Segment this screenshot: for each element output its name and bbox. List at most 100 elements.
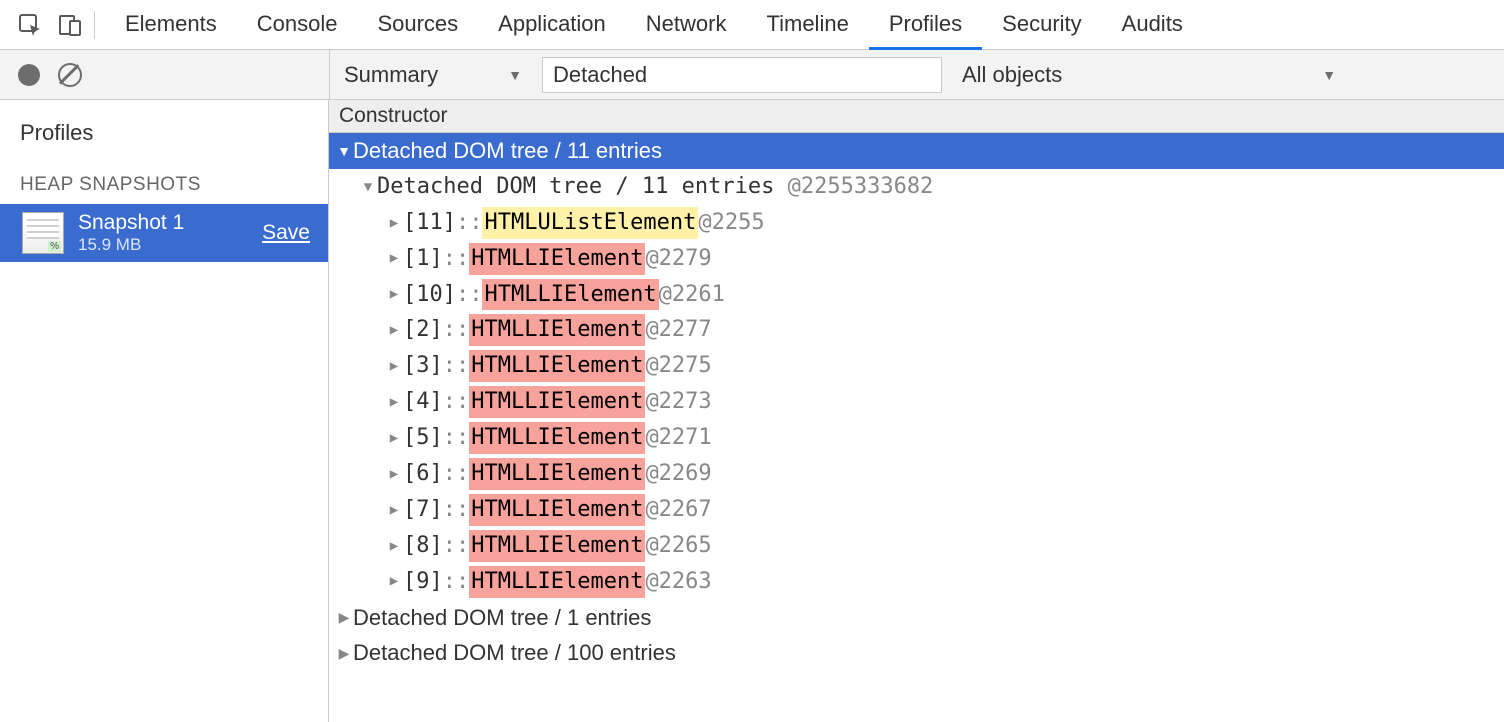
item-index: [9] <box>403 566 443 598</box>
snapshot-text: Snapshot 1 15.9 MB <box>78 211 248 255</box>
group-label: Detached DOM tree / 11 entries <box>353 135 662 167</box>
disclosure-triangle-icon[interactable]: ▶ <box>385 464 403 484</box>
tab-profiles[interactable]: Profiles <box>869 0 982 50</box>
tab-console[interactable]: Console <box>237 0 358 50</box>
item-separator: :: <box>443 566 470 598</box>
chevron-down-icon: ▼ <box>508 67 522 83</box>
item-ref: @2271 <box>645 422 711 454</box>
snapshot-save-link[interactable]: Save <box>262 221 310 245</box>
snapshot-item[interactable]: % Snapshot 1 15.9 MB Save <box>0 204 328 262</box>
heap-item-row[interactable]: ▶[5] :: HTMLLIElement @2271 <box>351 420 1504 456</box>
heap-item-row[interactable]: ▶[2] :: HTMLLIElement @2277 <box>351 312 1504 348</box>
heap-item-row[interactable]: ▶[3] :: HTMLLIElement @2275 <box>351 348 1504 384</box>
main-area: Profiles HEAP SNAPSHOTS % Snapshot 1 15.… <box>0 100 1504 722</box>
disclosure-triangle-icon[interactable]: ▶ <box>335 607 353 627</box>
disclosure-triangle-icon[interactable]: ▶ <box>385 428 403 448</box>
device-toolbar-icon[interactable] <box>50 0 90 50</box>
item-class: HTMLLIElement <box>469 494 645 526</box>
item-index: [5] <box>403 422 443 454</box>
item-index: [4] <box>403 386 443 418</box>
item-index: [6] <box>403 458 443 490</box>
item-class: HTMLLIElement <box>469 530 645 562</box>
item-index: [2] <box>403 314 443 346</box>
disclosure-triangle-icon[interactable]: ▶ <box>385 536 403 556</box>
tab-timeline[interactable]: Timeline <box>746 0 868 50</box>
devtools-tabstrip: ElementsConsoleSourcesApplicationNetwork… <box>0 0 1504 50</box>
item-ref: @2275 <box>645 350 711 382</box>
item-separator: :: <box>443 458 470 490</box>
disclosure-triangle-icon[interactable]: ▶ <box>385 571 403 591</box>
item-index: [8] <box>403 530 443 562</box>
inspect-element-icon[interactable] <box>10 0 50 50</box>
item-class: HTMLLIElement <box>469 458 645 490</box>
disclosure-triangle-icon[interactable]: ▶ <box>385 392 403 412</box>
object-scope-dropdown[interactable]: All objects ▼ <box>952 62 1336 88</box>
item-index: [7] <box>403 494 443 526</box>
disclosure-triangle-icon[interactable]: ▶ <box>385 284 403 304</box>
record-button[interactable] <box>18 64 40 86</box>
item-class: HTMLUListElement <box>482 207 698 239</box>
item-separator: :: <box>443 350 470 382</box>
disclosure-triangle-icon[interactable]: ▶ <box>385 500 403 520</box>
snapshot-icon: % <box>22 212 64 254</box>
tab-elements[interactable]: Elements <box>105 0 237 50</box>
heap-item-row[interactable]: ▶[6] :: HTMLLIElement @2269 <box>351 456 1504 492</box>
item-index: [3] <box>403 350 443 382</box>
item-separator: :: <box>443 422 470 454</box>
item-separator: :: <box>443 243 470 275</box>
item-class: HTMLLIElement <box>469 350 645 382</box>
heap-item-row[interactable]: ▶[10] :: HTMLLIElement @2261 <box>351 277 1504 313</box>
item-class: HTMLLIElement <box>469 566 645 598</box>
instance-label: Detached DOM tree / 11 entries <box>377 171 774 203</box>
heap-snapshot-detail: Constructor ▼ Detached DOM tree / 11 ent… <box>329 100 1504 722</box>
constructor-group-selected[interactable]: ▼ Detached DOM tree / 11 entries <box>329 133 1504 169</box>
constructor-instance-header[interactable]: ▼ Detached DOM tree / 11 entries @225533… <box>351 169 1504 205</box>
item-index: [1] <box>403 243 443 275</box>
disclosure-triangle-icon[interactable]: ▶ <box>335 643 353 663</box>
disclosure-triangle-icon[interactable]: ▼ <box>359 177 377 197</box>
tab-application[interactable]: Application <box>478 0 626 50</box>
constructor-children: ▼ Detached DOM tree / 11 entries @225533… <box>329 169 1504 600</box>
tab-security[interactable]: Security <box>982 0 1101 50</box>
grid-column-header[interactable]: Constructor <box>329 100 1504 133</box>
class-filter-input[interactable] <box>542 57 942 93</box>
disclosure-triangle-icon[interactable]: ▼ <box>335 141 353 161</box>
constructor-group[interactable]: ▶Detached DOM tree / 100 entries <box>329 635 1504 671</box>
item-class: HTMLLIElement <box>469 314 645 346</box>
disclosure-triangle-icon[interactable]: ▶ <box>385 248 403 268</box>
view-mode-dropdown[interactable]: Summary ▼ <box>344 62 532 88</box>
item-separator: :: <box>443 386 470 418</box>
item-ref: @2267 <box>645 494 711 526</box>
item-class: HTMLLIElement <box>469 422 645 454</box>
instance-ref: @2255333682 <box>788 171 934 203</box>
heap-item-row[interactable]: ▶[9] :: HTMLLIElement @2263 <box>351 564 1504 600</box>
item-separator: :: <box>443 530 470 562</box>
group-label: Detached DOM tree / 100 entries <box>353 637 676 669</box>
item-class: HTMLLIElement <box>482 279 658 311</box>
item-class: HTMLLIElement <box>469 386 645 418</box>
disclosure-triangle-icon[interactable]: ▶ <box>385 213 403 233</box>
tab-sources[interactable]: Sources <box>357 0 478 50</box>
heap-item-row[interactable]: ▶[7] :: HTMLLIElement @2267 <box>351 492 1504 528</box>
disclosure-triangle-icon[interactable]: ▶ <box>385 320 403 340</box>
item-separator: :: <box>443 494 470 526</box>
clear-button[interactable] <box>58 63 82 87</box>
tab-audits[interactable]: Audits <box>1102 0 1203 50</box>
chevron-down-icon: ▼ <box>1322 67 1336 83</box>
object-scope-label: All objects <box>962 62 1062 88</box>
snapshot-size: 15.9 MB <box>78 235 248 255</box>
item-index: [11] <box>403 207 456 239</box>
heap-item-row[interactable]: ▶[1] :: HTMLLIElement @2279 <box>351 241 1504 277</box>
tab-network[interactable]: Network <box>626 0 747 50</box>
view-mode-label: Summary <box>344 62 438 88</box>
item-ref: @2269 <box>645 458 711 490</box>
heap-item-row[interactable]: ▶[8] :: HTMLLIElement @2265 <box>351 528 1504 564</box>
item-index: [10] <box>403 279 456 311</box>
heap-item-row[interactable]: ▶[4] :: HTMLLIElement @2273 <box>351 384 1504 420</box>
snapshot-name: Snapshot 1 <box>78 211 248 235</box>
profiles-sidebar: Profiles HEAP SNAPSHOTS % Snapshot 1 15.… <box>0 100 329 722</box>
heap-item-row[interactable]: ▶[11] :: HTMLUListElement @2255 <box>351 205 1504 241</box>
constructor-group[interactable]: ▶Detached DOM tree / 1 entries <box>329 600 1504 636</box>
item-ref: @2261 <box>659 279 725 311</box>
disclosure-triangle-icon[interactable]: ▶ <box>385 356 403 376</box>
